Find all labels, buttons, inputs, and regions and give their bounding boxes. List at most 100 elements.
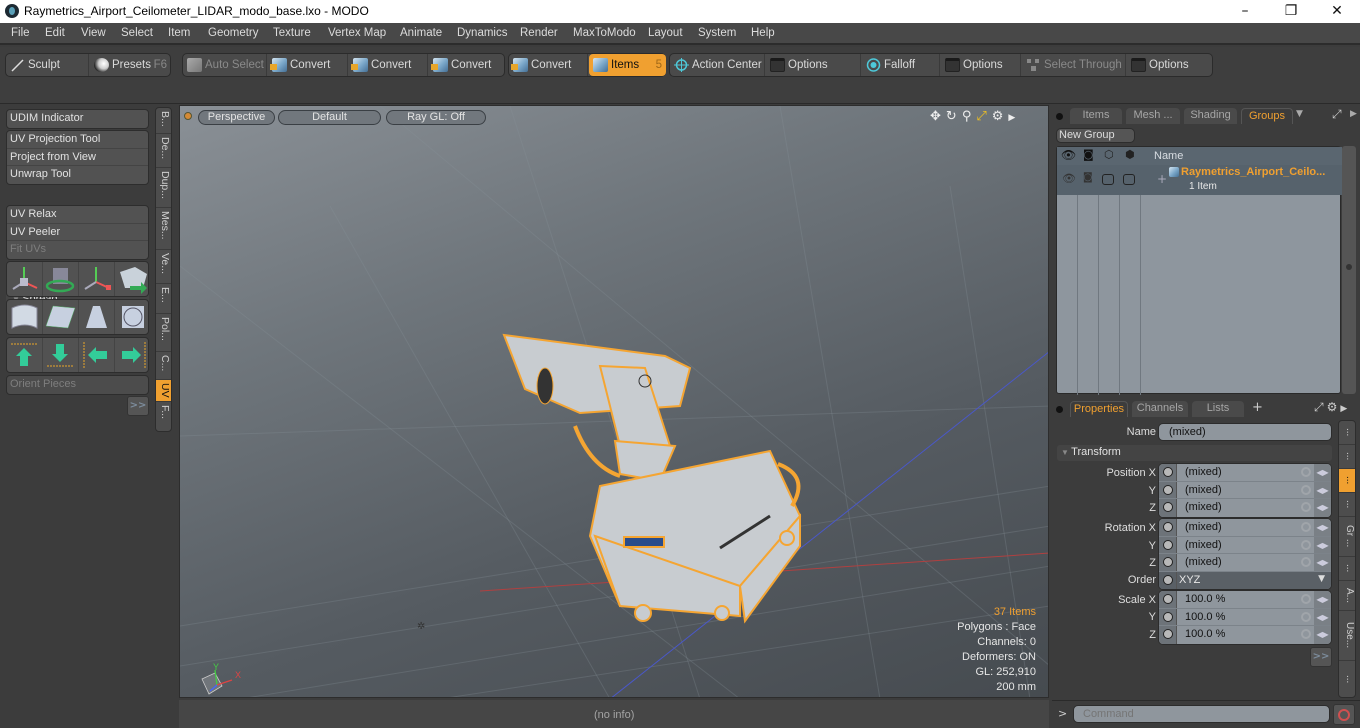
vtab-mesh-edit[interactable]: Mes...	[156, 208, 171, 250]
select-cube-icon[interactable]: ⬢	[1125, 148, 1135, 161]
rvtab-4[interactable]: ...	[1339, 493, 1355, 517]
scale-z-field[interactable]: 100.0 % ◀▶	[1159, 626, 1331, 644]
settings-icon[interactable]: ⚙	[1327, 400, 1341, 414]
select-through-button[interactable]: Select Through	[1022, 54, 1126, 76]
maximize-panel-icon[interactable]: ⤢	[1314, 400, 1327, 414]
rvtab-groups[interactable]: Gr ...	[1339, 517, 1355, 557]
drag-arrows-icon[interactable]: ◀▶	[1314, 626, 1331, 644]
minimize-button[interactable]: –	[1222, 0, 1268, 23]
menu-system[interactable]: System	[698, 27, 736, 39]
keyframe-dot-icon[interactable]	[1163, 484, 1173, 495]
vtab-vertex[interactable]: Ve...	[156, 250, 171, 284]
maximize-button[interactable]: ❐	[1268, 0, 1314, 23]
shading-dropdown[interactable]: Default	[278, 110, 381, 125]
link-ring-icon[interactable]	[1301, 594, 1311, 604]
drag-arrows-icon[interactable]: ◀▶	[1314, 519, 1331, 536]
menu-maxtomodo[interactable]: MaxToModo	[573, 27, 636, 39]
keyframe-dot-icon[interactable]	[1163, 502, 1173, 512]
more-tools-button[interactable]: >>	[127, 396, 149, 416]
wrap-uv-icon[interactable]	[7, 300, 43, 334]
scale-uv-icon[interactable]	[79, 262, 115, 296]
keyframe-dot-icon[interactable]	[1163, 467, 1173, 477]
link-ring-icon[interactable]	[1301, 539, 1311, 550]
menu-file[interactable]: File	[11, 27, 30, 39]
menu-help[interactable]: Help	[751, 27, 775, 39]
panel-expand-arrow-icon[interactable]: ▶	[1350, 109, 1357, 119]
uv-peeler-button[interactable]: UV Peeler	[7, 224, 148, 241]
command-input[interactable]	[1073, 705, 1330, 723]
expand-arrow-icon[interactable]: ▶	[1008, 113, 1020, 123]
drag-arrows-icon[interactable]: ◀▶	[1314, 536, 1331, 553]
action-center-options-button[interactable]: Options	[766, 54, 861, 76]
vtab-deform[interactable]: De...	[156, 134, 171, 168]
vtab-polygon[interactable]: Pol...	[156, 314, 171, 352]
name-field[interactable]: (mixed)	[1158, 423, 1332, 441]
keyframe-dot-icon[interactable]	[1163, 557, 1173, 567]
record-macro-button[interactable]	[1333, 704, 1355, 725]
keyframe-dot-icon[interactable]	[1163, 611, 1173, 622]
menu-dynamics[interactable]: Dynamics	[457, 27, 507, 39]
link-ring-icon[interactable]	[1301, 557, 1311, 567]
falloff-options-button[interactable]: Options	[941, 54, 1021, 76]
position-z-field[interactable]: (mixed) ◀▶	[1159, 499, 1331, 517]
tab-groups[interactable]: Groups	[1241, 108, 1293, 124]
drag-arrows-icon[interactable]: ◀▶	[1314, 464, 1331, 481]
rvtab-3[interactable]: ...	[1339, 469, 1355, 493]
link-ring-icon[interactable]	[1301, 467, 1311, 477]
rvtab-a[interactable]: A...	[1339, 581, 1355, 611]
move-uv-icon[interactable]	[7, 262, 43, 296]
menu-render[interactable]: Render	[520, 27, 558, 39]
align-left-icon[interactable]	[79, 338, 115, 372]
position-x-field[interactable]: (mixed) ◀▶	[1159, 464, 1331, 482]
rotation-z-field[interactable]: (mixed) ◀▶	[1159, 554, 1331, 572]
panel-menu-dot[interactable]	[1056, 113, 1063, 120]
rvtab-2[interactable]: ...	[1339, 445, 1355, 469]
menu-select[interactable]: Select	[121, 27, 153, 39]
rvtab-user[interactable]: Use...	[1339, 611, 1355, 661]
vtab-basic[interactable]: B...	[156, 108, 171, 134]
groups-scrollbar[interactable]	[1342, 146, 1356, 394]
link-ring-icon[interactable]	[1301, 484, 1311, 495]
rvtab-9[interactable]: ...	[1339, 661, 1355, 697]
plane-uv-icon[interactable]	[43, 300, 79, 334]
sphere-uv-icon[interactable]	[115, 300, 150, 334]
3d-viewport[interactable]: Y X ✲ Perspective Default Ray GL: Off ✥↻…	[179, 105, 1049, 698]
lock-cube-icon[interactable]: ⬡	[1104, 148, 1114, 161]
drag-arrows-icon[interactable]: ◀▶	[1314, 554, 1331, 571]
render-camera-icon[interactable]: ◙	[1083, 148, 1094, 161]
sculpt-button[interactable]: Sculpt	[6, 54, 89, 76]
maximize-panel-icon[interactable]: ⤢	[1332, 107, 1342, 122]
drag-arrows-icon[interactable]: ◀▶	[1314, 608, 1331, 625]
fit-uvs-button[interactable]: Fit UVs	[7, 241, 148, 259]
menu-edit[interactable]: Edit	[45, 27, 65, 39]
viewport-menu-dot[interactable]	[184, 112, 192, 120]
orient-pieces-button[interactable]: Orient Pieces	[7, 376, 148, 394]
unwrap-tool-button[interactable]: Unwrap Tool	[7, 166, 148, 184]
select-through-options-button[interactable]: Options	[1127, 54, 1213, 76]
drag-arrows-icon[interactable]: ◀▶	[1314, 481, 1331, 498]
align-top-icon[interactable]	[7, 338, 43, 372]
vtab-edge[interactable]: E...	[156, 284, 171, 314]
menu-geometry[interactable]: Geometry	[208, 27, 259, 39]
rotate-uv-icon[interactable]	[43, 262, 79, 296]
panel-expand-arrow-icon[interactable]: ▶	[1340, 404, 1350, 414]
link-ring-icon[interactable]	[1301, 502, 1311, 512]
keyframe-dot-icon[interactable]	[1163, 539, 1173, 550]
keyframe-dot-icon[interactable]	[1163, 522, 1173, 532]
uv-relax-button[interactable]: UV Relax	[7, 206, 148, 224]
presets-button[interactable]: Presets F6	[90, 54, 171, 76]
vtab-duplicate[interactable]: Dup...	[156, 168, 171, 208]
close-button[interactable]: ✕	[1314, 0, 1360, 23]
items-mode-button[interactable]: Items 5	[589, 54, 666, 76]
falloff-button[interactable]: Falloff	[862, 54, 940, 76]
tab-mesh[interactable]: Mesh ...	[1126, 108, 1180, 124]
trapezoid-uv-icon[interactable]	[79, 300, 115, 334]
perspective-dropdown[interactable]: Perspective	[198, 110, 275, 125]
keyframe-dot-icon[interactable]	[1163, 594, 1173, 604]
mirror-uv-icon[interactable]	[115, 262, 150, 296]
tab-lists[interactable]: Lists	[1192, 401, 1244, 417]
name-column-header[interactable]: Name	[1154, 150, 1183, 162]
more-properties-button[interactable]: >>	[1310, 647, 1332, 667]
drag-arrows-icon[interactable]: ◀▶	[1314, 499, 1331, 517]
vtab-uv[interactable]: UV	[156, 380, 171, 402]
